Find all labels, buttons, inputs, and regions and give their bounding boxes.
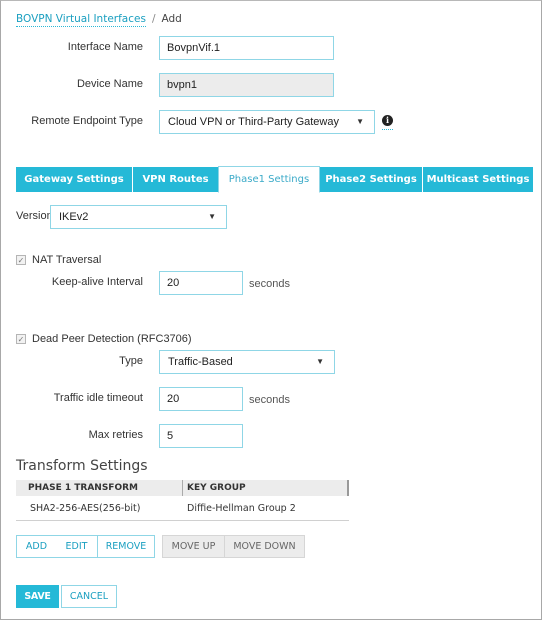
- breadcrumb-link-bovpn-virtual-interfaces[interactable]: BOVPN Virtual Interfaces: [16, 13, 146, 27]
- column-header-phase1-transform[interactable]: PHASE 1 TRANSFORM: [28, 480, 138, 496]
- remote-endpoint-type-value: Cloud VPN or Third-Party Gateway: [168, 116, 339, 128]
- cell-key-group: Diffie-Hellman Group 2: [187, 503, 296, 514]
- move-down-button[interactable]: MOVE DOWN: [224, 535, 305, 558]
- interface-name-input[interactable]: BovpnVif.1: [159, 36, 334, 60]
- save-button[interactable]: SAVE: [16, 585, 59, 608]
- interface-name-label: Interface Name: [67, 41, 143, 53]
- remote-endpoint-type-label: Remote Endpoint Type: [31, 115, 143, 127]
- nat-traversal-label: NAT Traversal: [32, 254, 102, 266]
- tab-multicast-settings[interactable]: Multicast Settings: [423, 167, 534, 192]
- cell-phase1-transform: SHA2-256-AES(256-bit): [30, 503, 141, 514]
- max-retries-input[interactable]: 5: [159, 424, 243, 448]
- table-row-divider: [16, 520, 349, 521]
- chevron-down-icon: ▼: [316, 357, 324, 366]
- dpd-label: Dead Peer Detection (RFC3706): [32, 333, 192, 345]
- column-header-key-group[interactable]: KEY GROUP: [187, 480, 246, 496]
- nat-traversal-checkbox[interactable]: ✓: [16, 255, 26, 265]
- idle-timeout-label: Traffic idle timeout: [53, 392, 143, 404]
- settings-tabs: Gateway Settings VPN Routes Phase1 Setti…: [16, 166, 534, 193]
- device-name-input: bvpn1: [159, 73, 334, 97]
- transform-table-header: PHASE 1 TRANSFORM KEY GROUP: [16, 480, 349, 496]
- table-row[interactable]: SHA2-256-AES(256-bit) Diffie-Hellman Gro…: [16, 497, 349, 520]
- breadcrumb: BOVPN Virtual Interfaces / Add: [16, 13, 182, 27]
- column-divider: [182, 480, 183, 496]
- max-retries-label: Max retries: [88, 429, 143, 441]
- device-name-label: Device Name: [76, 78, 143, 90]
- add-button[interactable]: ADD: [16, 535, 57, 558]
- idle-timeout-input[interactable]: 20: [159, 387, 243, 411]
- remove-button[interactable]: REMOVE: [97, 535, 155, 558]
- breadcrumb-current: Add: [161, 13, 182, 25]
- idle-timeout-unit: seconds: [249, 394, 290, 406]
- transform-settings-heading: Transform Settings: [16, 458, 148, 474]
- remote-endpoint-type-select[interactable]: Cloud VPN or Third-Party Gateway ▼: [159, 110, 375, 134]
- move-up-button[interactable]: MOVE UP: [162, 535, 225, 558]
- breadcrumb-separator: /: [151, 13, 156, 25]
- keepalive-interval-input[interactable]: 20: [159, 271, 243, 295]
- tab-phase2-settings[interactable]: Phase2 Settings: [320, 167, 423, 192]
- chevron-down-icon: ▼: [356, 117, 364, 126]
- tab-phase1-settings[interactable]: Phase1 Settings: [218, 166, 320, 193]
- edit-button[interactable]: EDIT: [56, 535, 98, 558]
- version-value: IKEv2: [59, 211, 89, 223]
- tab-vpn-routes[interactable]: VPN Routes: [133, 167, 219, 192]
- keepalive-unit: seconds: [249, 278, 290, 290]
- keepalive-interval-label: Keep-alive Interval: [51, 276, 143, 288]
- dpd-type-label: Type: [119, 355, 143, 367]
- info-icon[interactable]: i: [382, 115, 393, 126]
- info-icon-underline: [382, 129, 393, 130]
- tab-gateway-settings[interactable]: Gateway Settings: [16, 167, 133, 192]
- dpd-type-value: Traffic-Based: [168, 356, 233, 368]
- dpd-checkbox[interactable]: ✓: [16, 334, 26, 344]
- version-label: Version: [16, 210, 53, 222]
- version-select[interactable]: IKEv2 ▼: [50, 205, 227, 229]
- chevron-down-icon: ▼: [208, 212, 216, 221]
- cancel-button[interactable]: CANCEL: [61, 585, 117, 608]
- dpd-type-select[interactable]: Traffic-Based ▼: [159, 350, 335, 374]
